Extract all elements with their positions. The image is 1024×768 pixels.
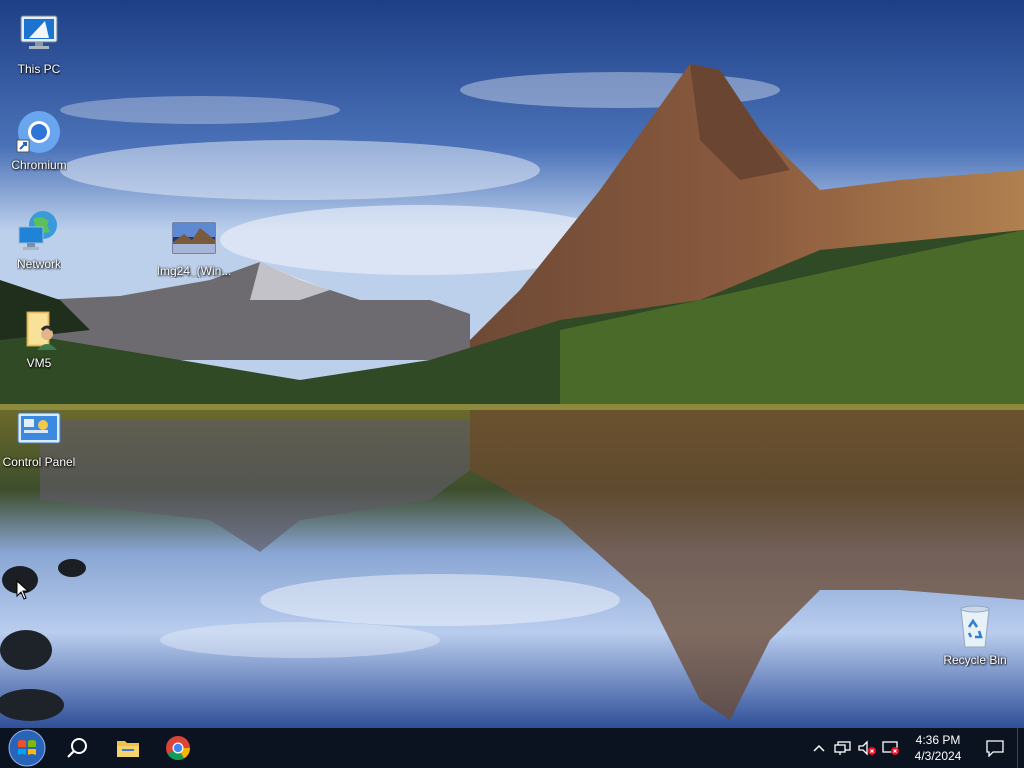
wallpaper	[0, 0, 1024, 728]
network-tray-button[interactable]	[831, 728, 855, 768]
start-button[interactable]	[0, 728, 54, 768]
desktop-icon-recycle-bin[interactable]: Recycle Bin	[937, 601, 1013, 677]
file-explorer-icon	[117, 741, 139, 757]
desktop-icon-label: Network	[16, 257, 61, 271]
control-panel-icon	[17, 412, 61, 444]
mouse-cursor-icon	[16, 580, 30, 600]
show-desktop-button[interactable]	[1017, 728, 1024, 768]
chrome-button[interactable]	[154, 728, 202, 768]
search-button[interactable]	[54, 728, 102, 768]
notification-icon	[986, 740, 1004, 757]
desktop-icon-vm5[interactable]: VM5	[1, 304, 77, 380]
image-file-icon	[171, 221, 217, 255]
desktop-icon-this-pc[interactable]: This PC	[1, 10, 77, 86]
security-alert-icon	[882, 741, 899, 755]
clock-date: 4/3/2024	[914, 749, 962, 763]
volume-tray-button[interactable]	[855, 728, 879, 768]
system-tray: 4:36 PM 4/3/2024	[807, 728, 1024, 768]
chevron-up-icon	[813, 744, 825, 752]
desktop-icon-img24[interactable]: Img24_(Win...	[155, 212, 233, 288]
volume-muted-icon	[858, 740, 876, 756]
desktop-icon-label: This PC	[17, 62, 61, 76]
desktop-icon-chromium[interactable]: Chromium	[1, 106, 77, 182]
recycle-bin-icon	[960, 605, 990, 648]
clock-time: 4:36 PM	[915, 733, 961, 747]
desktop-icon-control-panel[interactable]: Control Panel	[1, 403, 77, 479]
taskbar: 4:36 PM 4/3/2024	[0, 728, 1024, 768]
search-icon	[67, 738, 87, 758]
chrome-icon	[166, 736, 190, 761]
desktop: This PC Chromium Network Img24_(Win... V…	[0, 0, 1024, 728]
desktop-icon-label: Img24_(Win...	[156, 264, 232, 278]
desktop-icon-label: VM5	[26, 356, 52, 370]
security-tray-button[interactable]	[879, 728, 903, 768]
network-icon	[834, 741, 851, 755]
desktop-icon-network[interactable]: Network	[1, 205, 77, 281]
this-pc-icon	[20, 15, 58, 49]
desktop-icon-label: Control Panel	[2, 455, 76, 469]
desktop-icon-label: Chromium	[11, 158, 67, 172]
desktop-icon-label: Recycle Bin	[943, 653, 1007, 667]
windows-start-icon	[8, 729, 46, 767]
user-folder-icon	[26, 311, 57, 350]
file-explorer-button[interactable]	[102, 728, 154, 768]
chromium-icon	[16, 111, 60, 153]
network-icon	[18, 211, 57, 250]
clock[interactable]: 4:36 PM 4/3/2024	[903, 728, 973, 768]
action-center-button[interactable]	[973, 728, 1017, 768]
show-hidden-icons-button[interactable]	[807, 728, 831, 768]
